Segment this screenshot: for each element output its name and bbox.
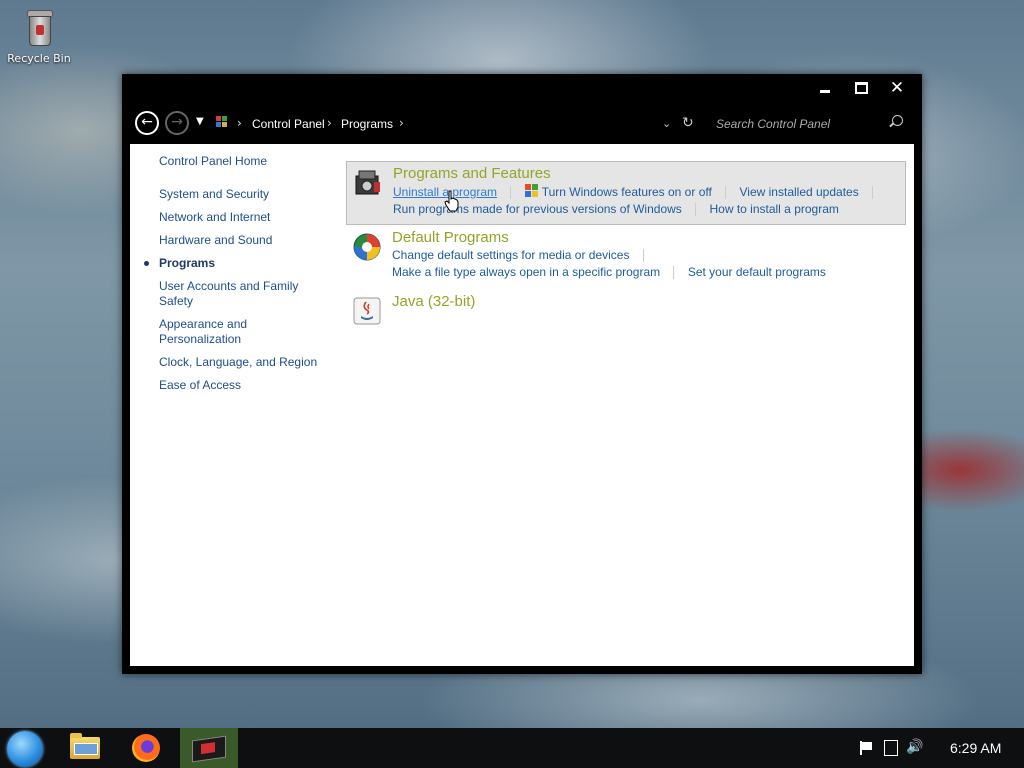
programs-features-title[interactable]: Programs and Features (393, 165, 551, 182)
default-programs-icon (353, 233, 381, 261)
address-dropdown-icon[interactable]: ⌄ (662, 117, 671, 130)
default-programs-links-row1: Change default settings for media or dev… (392, 248, 654, 263)
compatibility-link[interactable]: Run programs made for previous versions … (393, 202, 682, 216)
left-navigation: Control Panel Home System and Security N… (144, 154, 329, 401)
control-panel-location-icon (216, 116, 228, 128)
forward-button[interactable]: → (165, 111, 189, 135)
nav-hardware-sound[interactable]: Hardware and Sound (159, 233, 329, 248)
set-defaults-link[interactable]: Set your default programs (688, 265, 826, 279)
link-separator (510, 186, 512, 200)
close-button[interactable]: ✕ (886, 78, 908, 98)
address-bar: ← → ▼ › Control Panel › Programs › ⌄ ↻ (122, 108, 922, 138)
recycle-bin-desktop-icon[interactable]: Recycle Bin (6, 8, 72, 65)
media-devices-link[interactable]: Change default settings for media or dev… (392, 248, 629, 262)
breadcrumb-separator-icon: › (237, 116, 242, 130)
control-panel-icon (192, 735, 226, 763)
firefox-icon (132, 734, 160, 762)
file-type-link[interactable]: Make a file type always open in a specif… (392, 265, 660, 279)
default-programs-links-row2: Make a file type always open in a specif… (392, 265, 826, 280)
breadcrumb-programs[interactable]: Programs (341, 117, 393, 131)
minimize-icon (820, 90, 830, 93)
control-panel-window: ✕ ← → ▼ › Control Panel › Programs › ⌄ ↻ (122, 74, 922, 674)
breadcrumb-separator-icon[interactable]: › (327, 116, 332, 130)
java-title[interactable]: Java (32-bit) (392, 293, 475, 310)
view-updates-link[interactable]: View installed updates (740, 185, 859, 199)
link-separator (673, 266, 675, 280)
breadcrumb-control-panel[interactable]: Control Panel (252, 117, 325, 131)
nav-system-security[interactable]: System and Security (159, 187, 329, 202)
control-panel-home-link[interactable]: Control Panel Home (159, 154, 329, 169)
back-arrow-icon: ← (141, 114, 153, 130)
action-center-flag-icon[interactable] (860, 741, 872, 755)
maximize-icon (854, 82, 868, 94)
desktop: Recycle Bin ✕ ← → ▼ › Control Panel › Pr… (0, 0, 1024, 768)
how-to-install-link[interactable]: How to install a program (709, 202, 838, 216)
nav-appearance[interactable]: Appearance and Personalization (159, 317, 329, 347)
volume-icon[interactable]: 🔊 (906, 739, 923, 755)
recycle-bin-label: Recycle Bin (7, 52, 71, 65)
nav-network-internet[interactable]: Network and Internet (159, 210, 329, 225)
taskbar-control-panel[interactable] (180, 728, 238, 768)
nav-ease-of-access[interactable]: Ease of Access (159, 378, 329, 393)
link-separator (695, 203, 697, 217)
breadcrumb-separator-icon[interactable]: › (399, 116, 404, 130)
category-default-programs: Default Programs Change default settings… (346, 226, 904, 282)
window-controls: ✕ (814, 78, 908, 100)
search-input[interactable] (710, 112, 918, 136)
link-separator (872, 186, 874, 200)
windows-features-link[interactable]: Turn Windows features on or off (542, 185, 712, 199)
programs-features-icon (355, 170, 380, 195)
link-separator (725, 186, 727, 200)
taskbar: 🔊 6:29 AM (0, 728, 1024, 768)
nav-user-accounts[interactable]: User Accounts and Family Safety (159, 279, 329, 309)
content-area: Control Panel Home System and Security N… (130, 144, 914, 666)
recent-pages-dropdown[interactable]: ▼ (196, 116, 204, 127)
forward-arrow-icon: → (171, 114, 183, 130)
maximize-button[interactable] (850, 78, 872, 98)
refresh-icon[interactable]: ↻ (682, 115, 694, 131)
nav-clock-region[interactable]: Clock, Language, and Region (159, 355, 329, 370)
link-separator (642, 249, 644, 263)
taskbar-file-explorer[interactable] (56, 728, 114, 768)
taskbar-clock[interactable]: 6:29 AM (950, 740, 1001, 756)
network-icon[interactable] (884, 740, 898, 756)
search-icon[interactable] (892, 115, 903, 126)
start-button[interactable] (7, 731, 43, 767)
back-button[interactable]: ← (135, 111, 159, 135)
folder-icon (70, 733, 100, 759)
category-java: Java (32-bit) (346, 290, 904, 330)
nav-programs-current: Programs (144, 256, 329, 271)
recycle-bin-icon (25, 8, 53, 48)
system-tray: 🔊 6:29 AM (844, 728, 1024, 768)
default-programs-title[interactable]: Default Programs (392, 229, 509, 246)
hand-cursor-icon (444, 190, 459, 212)
windows-features-icon (524, 184, 539, 198)
programs-features-links-row1: Uninstall a program Turn Windows feature… (393, 184, 883, 200)
taskbar-firefox[interactable] (118, 728, 176, 768)
minimize-button[interactable] (814, 78, 836, 98)
category-programs-features: Programs and Features Uninstall a progra… (346, 161, 906, 225)
java-icon (353, 297, 381, 325)
